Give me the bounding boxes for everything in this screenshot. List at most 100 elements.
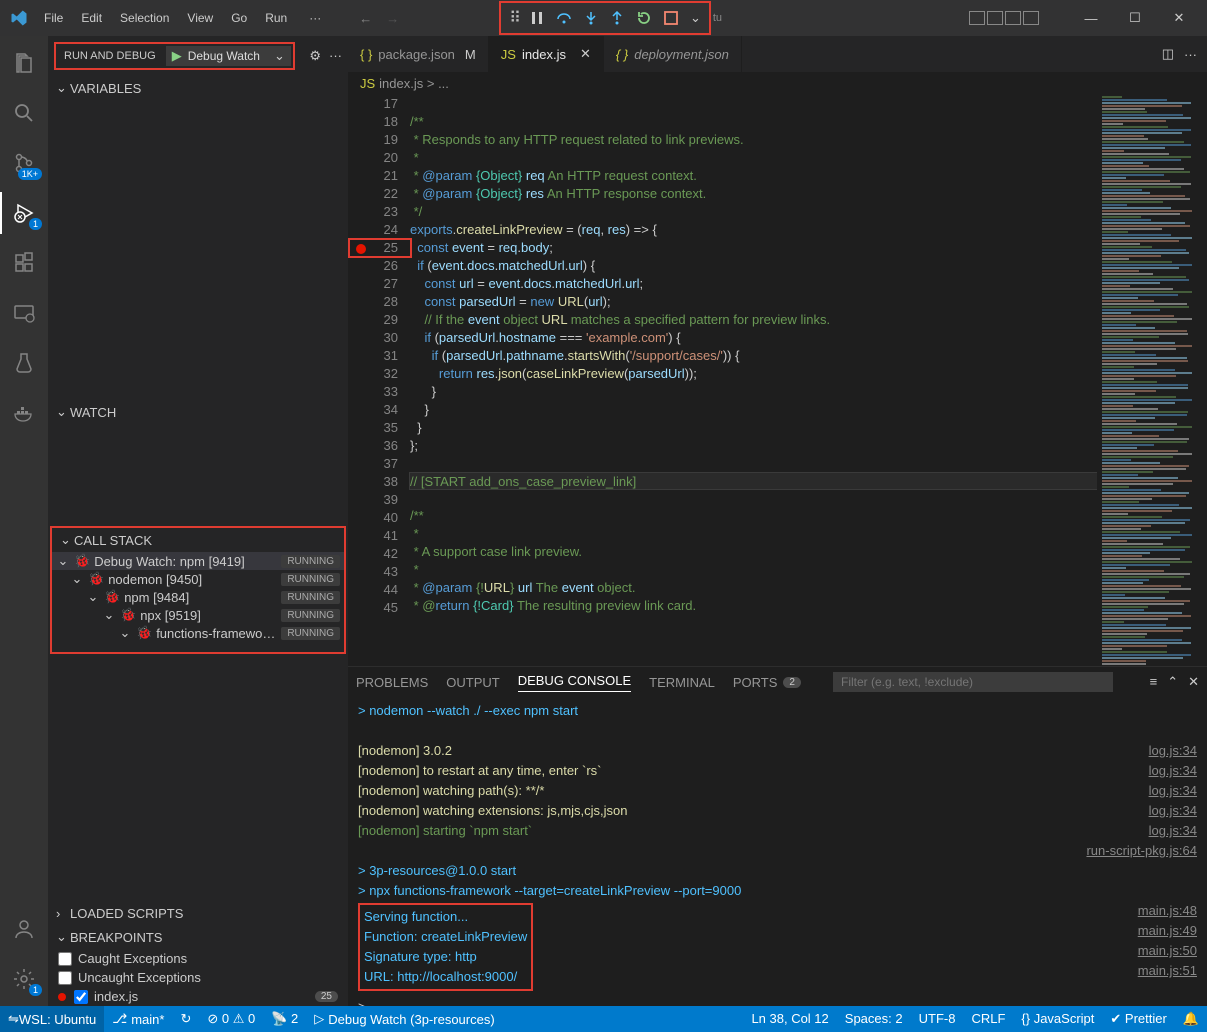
variables-section-header[interactable]: ⌄VARIABLES — [48, 76, 348, 100]
explorer-icon[interactable] — [0, 42, 48, 84]
accounts-icon[interactable] — [0, 908, 48, 950]
layout-bottom-icon[interactable] — [987, 11, 1003, 25]
split-editor-icon[interactable]: ◫ — [1162, 46, 1174, 62]
menu-go[interactable]: Go — [223, 7, 255, 29]
docker-icon[interactable] — [0, 392, 48, 434]
pause-icon[interactable] — [530, 11, 544, 25]
panel-tab-problems[interactable]: PROBLEMS — [356, 675, 428, 690]
tab-deployment-json[interactable]: { }deployment.json — [604, 36, 742, 72]
cursor-position[interactable]: Ln 38, Col 12 — [743, 1011, 836, 1026]
bp-line-badge: 25 — [315, 991, 338, 1002]
callstack-section-header[interactable]: ⌄CALL STACK — [52, 528, 344, 552]
notifications-icon[interactable]: 🔔 — [1175, 1011, 1207, 1027]
panel-tab-terminal[interactable]: TERMINAL — [649, 675, 715, 690]
tab-package-json[interactable]: { }package.jsonM — [348, 36, 489, 72]
menu-run[interactable]: Run — [257, 7, 295, 29]
callstack-row[interactable]: ⌄🐞functions-framework [954…RUNNING — [52, 624, 344, 642]
close-icon[interactable]: ✕ — [1157, 0, 1201, 36]
callstack-row[interactable]: ⌄🐞npx [9519]RUNNING — [52, 606, 344, 624]
callstack-row[interactable]: ⌄🐞npm [9484]RUNNING — [52, 588, 344, 606]
bp-file-checkbox[interactable] — [74, 990, 88, 1004]
source-control-icon[interactable]: 1K+ — [0, 142, 48, 184]
start-debug-icon[interactable]: ▶ — [172, 48, 182, 64]
bp-caught-exceptions[interactable]: Caught Exceptions — [48, 949, 348, 968]
panel-tab-ports[interactable]: PORTS — [733, 675, 778, 690]
gear-icon[interactable]: ⚙ — [309, 48, 321, 64]
bp-caught-checkbox[interactable] — [58, 952, 72, 966]
bp-uncaught-exceptions[interactable]: Uncaught Exceptions — [48, 968, 348, 987]
js-file-icon: JS — [501, 47, 516, 62]
loaded-scripts-header[interactable]: ›LOADED SCRIPTS — [48, 902, 348, 925]
run-debug-icon[interactable]: 1 — [0, 192, 48, 234]
debug-status[interactable]: ▷Debug Watch (3p-resources) — [306, 1006, 502, 1032]
line-gutter[interactable]: 1718192021222324252627282930313233343536… — [348, 95, 406, 666]
status-bar: ⇋WSL: Ubuntu ⎇main* ↻ ⊘ 0 ⚠ 0 📡 2 ▷Debug… — [0, 1006, 1207, 1032]
remote-indicator[interactable]: ⇋WSL: Ubuntu — [0, 1006, 104, 1032]
step-over-icon[interactable] — [556, 11, 572, 25]
menu-file[interactable]: File — [36, 7, 71, 29]
panel-close-icon[interactable]: ✕ — [1188, 674, 1199, 690]
code-body[interactable]: /** * Responds to any HTTP request relat… — [406, 95, 1097, 666]
run-debug-title: RUN AND DEBUG — [58, 50, 162, 62]
search-remnant: tu — [713, 12, 722, 24]
nav-back-icon[interactable]: ← — [359, 11, 372, 26]
code-editor[interactable]: 1718192021222324252627282930313233343536… — [348, 95, 1207, 666]
callstack-row[interactable]: ⌄🐞Debug Watch: npm [9419]RUNNING — [52, 552, 344, 570]
chevron-down-icon[interactable]: ⌄ — [274, 48, 285, 64]
git-sync[interactable]: ↻ — [172, 1006, 199, 1032]
callstack-body: ⌄🐞Debug Watch: npm [9419]RUNNING⌄🐞nodemo… — [52, 552, 344, 642]
callstack-row[interactable]: ⌄🐞nodemon [9450]RUNNING — [52, 570, 344, 588]
git-branch[interactable]: ⎇main* — [104, 1006, 172, 1032]
step-into-icon[interactable] — [584, 11, 598, 25]
layout-left-icon[interactable] — [969, 11, 985, 25]
panel-maximize-icon[interactable]: ⌃ — [1167, 674, 1178, 690]
layout-customize-icon[interactable] — [1023, 11, 1039, 25]
extensions-icon[interactable] — [0, 242, 48, 284]
testing-icon[interactable] — [0, 342, 48, 384]
settings-icon[interactable]: 1 — [0, 958, 48, 1000]
eol[interactable]: CRLF — [963, 1011, 1013, 1026]
console-input[interactable]: > — [358, 997, 1197, 1006]
maximize-icon[interactable]: ☐ — [1113, 0, 1157, 36]
minimize-icon[interactable]: — — [1069, 0, 1113, 36]
breadcrumbs[interactable]: JSindex.js > ... — [348, 72, 1207, 95]
debug-console-output[interactable]: > nodemon --watch ./ --exec npm start [n… — [348, 697, 1207, 1006]
prettier-status[interactable]: ✔ Prettier — [1102, 1011, 1174, 1027]
panel-tab-debug-console[interactable]: DEBUG CONSOLE — [518, 673, 631, 692]
ports-status[interactable]: 📡 2 — [263, 1006, 306, 1032]
vscode-logo-icon — [10, 9, 28, 27]
tab-more-icon[interactable]: ··· — [1184, 47, 1197, 62]
search-icon[interactable] — [0, 92, 48, 134]
remote-explorer-icon[interactable] — [0, 292, 48, 334]
menu-selection[interactable]: Selection — [112, 7, 177, 29]
indentation[interactable]: Spaces: 2 — [837, 1011, 911, 1026]
layout-right-icon[interactable] — [1005, 11, 1021, 25]
watch-section-header[interactable]: ⌄WATCH — [48, 400, 348, 424]
encoding[interactable]: UTF-8 — [911, 1011, 964, 1026]
restart-icon[interactable] — [636, 10, 652, 26]
bp-file-row[interactable]: index.js25 — [48, 987, 348, 1006]
language-mode[interactable]: {} JavaScript — [1013, 1011, 1102, 1026]
minimap[interactable] — [1097, 95, 1207, 666]
stop-icon[interactable] — [664, 11, 678, 25]
panel-tab-output[interactable]: OUTPUT — [446, 675, 499, 690]
grip-icon[interactable]: ⠿ — [509, 8, 518, 28]
breakpoints-header[interactable]: ⌄BREAKPOINTS — [48, 925, 348, 949]
debug-toolbar: ⠿ ⌄ — [499, 1, 711, 35]
menu-edit[interactable]: Edit — [73, 7, 110, 29]
debug-badge: 1 — [29, 218, 42, 230]
debug-config-chevron-icon[interactable]: ⌄ — [690, 10, 701, 26]
menu-more-icon[interactable]: ··· — [301, 7, 329, 29]
launch-config-dropdown[interactable]: ▶ Debug Watch ⌄ — [166, 46, 291, 66]
more-icon[interactable]: ··· — [329, 48, 342, 64]
menu-view[interactable]: View — [179, 7, 221, 29]
nav-forward-icon: → — [386, 11, 399, 26]
close-tab-icon[interactable]: ✕ — [580, 46, 591, 62]
breakpoint-marker[interactable] — [348, 238, 412, 258]
console-filter-input[interactable] — [833, 672, 1113, 692]
console-settings-icon[interactable]: ≡ — [1150, 674, 1158, 690]
step-out-icon[interactable] — [610, 11, 624, 25]
tab-index-js[interactable]: JSindex.js✕ — [489, 36, 604, 72]
bp-uncaught-checkbox[interactable] — [58, 971, 72, 985]
problems-status[interactable]: ⊘ 0 ⚠ 0 — [199, 1006, 263, 1032]
